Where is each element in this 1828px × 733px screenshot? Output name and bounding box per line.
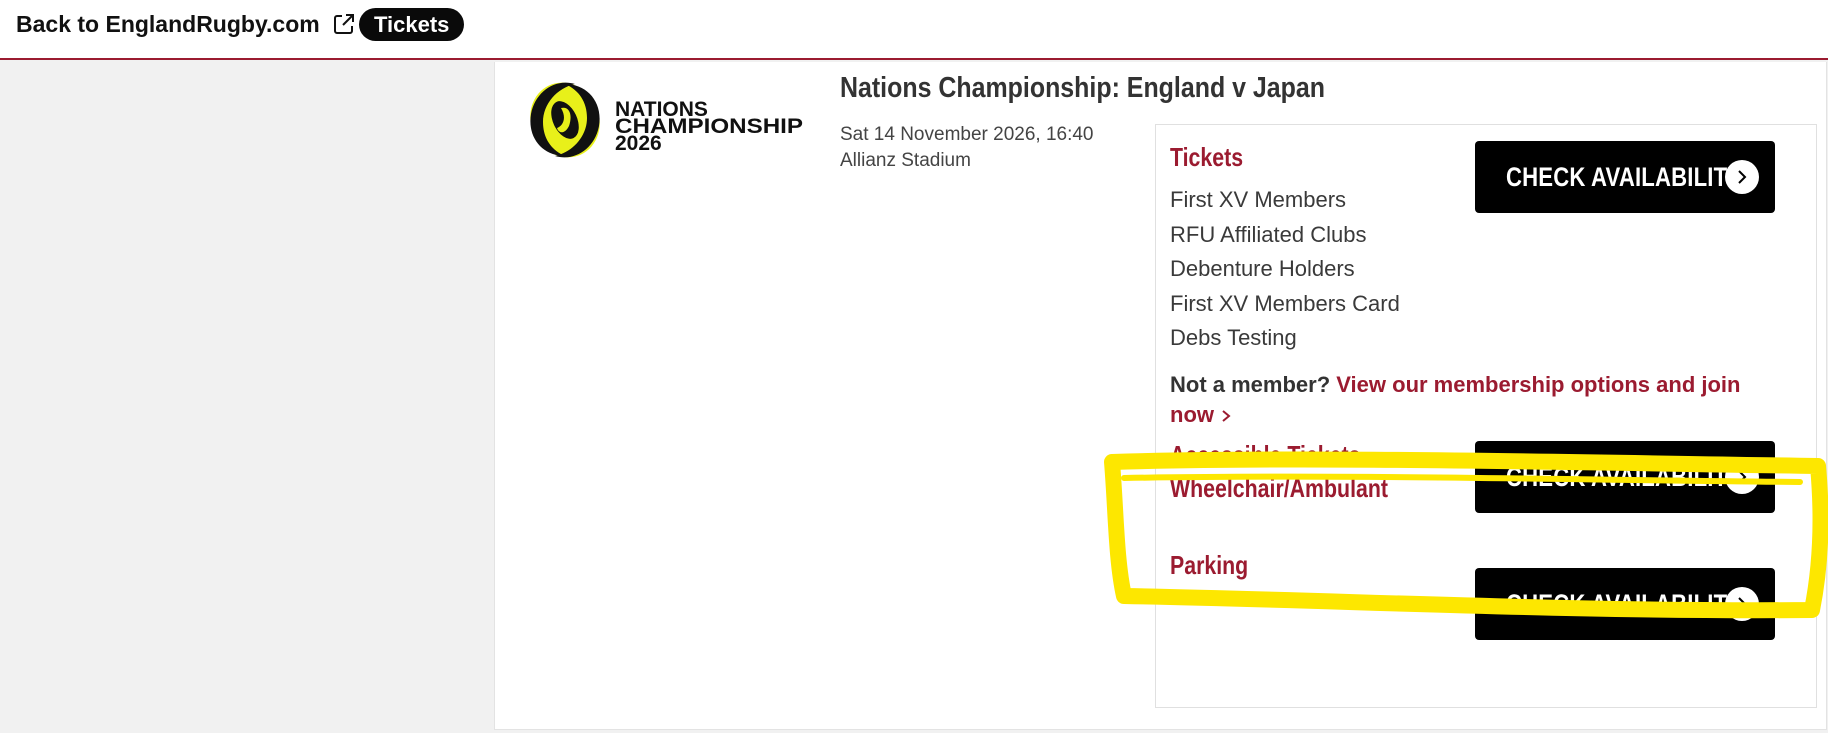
check-availability-label: CHECK AVAILABILITY — [1506, 589, 1743, 619]
accessible-heading-line2: Wheelchair/Ambulant — [1170, 473, 1388, 503]
chevron-right-icon — [1222, 410, 1231, 422]
event-date: Sat 14 November 2026, 16:40 — [840, 124, 1094, 145]
list-item: First XV Members Card — [1170, 290, 1400, 316]
accessible-tickets-heading: Accessible Tickets - Wheelchair/Ambulant — [1170, 439, 1388, 505]
tickets-pill-label: Tickets — [374, 11, 450, 37]
list-item: Debs Testing — [1170, 325, 1297, 350]
check-availability-label: CHECK AVAILABILITY — [1506, 462, 1743, 492]
tickets-pill[interactable]: Tickets — [359, 8, 465, 41]
chevron-right-icon — [1725, 587, 1759, 621]
accessible-check-availability-button[interactable]: CHECK AVAILABILITY — [1475, 441, 1775, 513]
parking-check-availability-button[interactable]: CHECK AVAILABILITY — [1475, 568, 1775, 640]
logo-line3: 2026 — [615, 132, 662, 155]
ticket-options-panel: Tickets CHECK AVAILABILITY First XV Memb… — [1155, 124, 1817, 708]
chevron-right-icon — [1725, 160, 1759, 194]
ticket-eligibility-list: First XV Members RFU Affiliated Clubs De… — [1170, 183, 1400, 356]
nations-championship-logo: NATIONS CHAMPIONSHIP 2026 — [530, 82, 803, 158]
chevron-right-icon — [1725, 460, 1759, 494]
tickets-check-availability-button[interactable]: CHECK AVAILABILITY — [1475, 141, 1775, 213]
list-item: RFU Affiliated Clubs — [1170, 221, 1367, 247]
list-item: Debenture Holders — [1170, 256, 1355, 281]
tickets-heading: Tickets — [1170, 142, 1244, 172]
event-card: NATIONS CHAMPIONSHIP 2026 Nations Champi… — [494, 62, 1827, 730]
event-venue: Allianz Stadium — [840, 150, 971, 171]
event-title: Nations Championship: England v Japan — [840, 72, 1325, 104]
membership-prompt: Not a member? View our membership option… — [1170, 370, 1770, 430]
top-bar: Back to EnglandRugby.com Tickets — [0, 0, 1828, 60]
parking-heading: Parking — [1170, 550, 1249, 580]
accessible-heading-line1: Accessible Tickets - — [1170, 440, 1374, 470]
list-item: First XV Members — [1170, 187, 1347, 212]
back-link-label: Back to EnglandRugby.com — [16, 10, 320, 37]
not-a-member-text: Not a member? — [1170, 372, 1331, 397]
check-availability-label: CHECK AVAILABILITY — [1506, 162, 1743, 192]
back-to-englandrugby-link[interactable]: Back to EnglandRugby.com — [16, 8, 356, 40]
external-link-icon — [333, 14, 354, 34]
